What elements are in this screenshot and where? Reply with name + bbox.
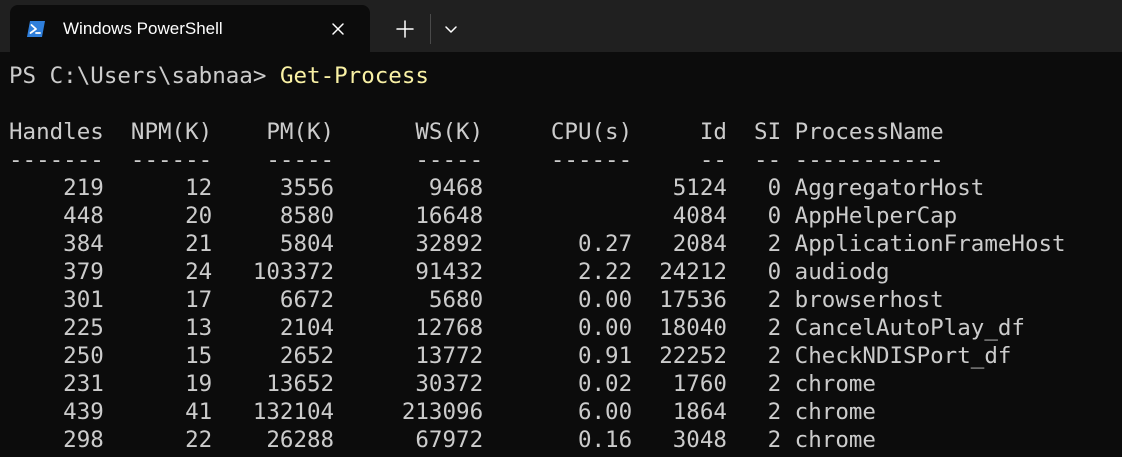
table-row: 225 13 2104 12768 0.00 18040 2 CancelAut… <box>9 315 1025 341</box>
table-row: 298 22 26288 67972 0.16 3048 2 chrome <box>9 427 876 453</box>
tab-separator <box>430 14 431 44</box>
prompt: PS C:\Users\sabnaa> <box>9 63 280 89</box>
powershell-icon <box>27 21 45 37</box>
plus-icon[interactable] <box>390 14 420 44</box>
table-row: 448 20 8580 16648 4084 0 AppHelperCap <box>9 203 958 229</box>
table-header: Handles NPM(K) PM(K) WS(K) CPU(s) Id SI … <box>9 119 944 145</box>
table-row: 231 19 13652 30372 0.02 1760 2 chrome <box>9 371 876 397</box>
table-separator: ------- ------ ----- ----- ------ -- -- … <box>9 147 944 173</box>
table-row: 301 17 6672 5680 0.00 17536 2 browserhos… <box>9 287 944 313</box>
table-row: 219 12 3556 9468 5124 0 AggregatorHost <box>9 175 985 201</box>
prompt-line: PS C:\Users\sabnaa> Get-Process <box>9 62 1066 90</box>
title-bar: Windows PowerShell <box>0 0 1122 52</box>
close-icon[interactable] <box>326 17 350 41</box>
tab-windows-powershell[interactable]: Windows PowerShell <box>10 5 370 52</box>
table-row: 250 15 2652 13772 0.91 22252 2 CheckNDIS… <box>9 343 1012 369</box>
table-row: 379 24 103372 91432 2.22 24212 0 audiodg <box>9 259 890 285</box>
table-row: 384 21 5804 32892 0.27 2084 2 Applicatio… <box>9 231 1066 257</box>
table-row: 439 41 132104 213096 6.00 1864 2 chrome <box>9 399 876 425</box>
terminal-output[interactable]: PS C:\Users\sabnaa> Get-Process Handles … <box>9 62 1066 454</box>
tab-title: Windows PowerShell <box>63 19 223 38</box>
chevron-down-icon[interactable] <box>438 16 464 42</box>
command: Get-Process <box>279 63 429 89</box>
